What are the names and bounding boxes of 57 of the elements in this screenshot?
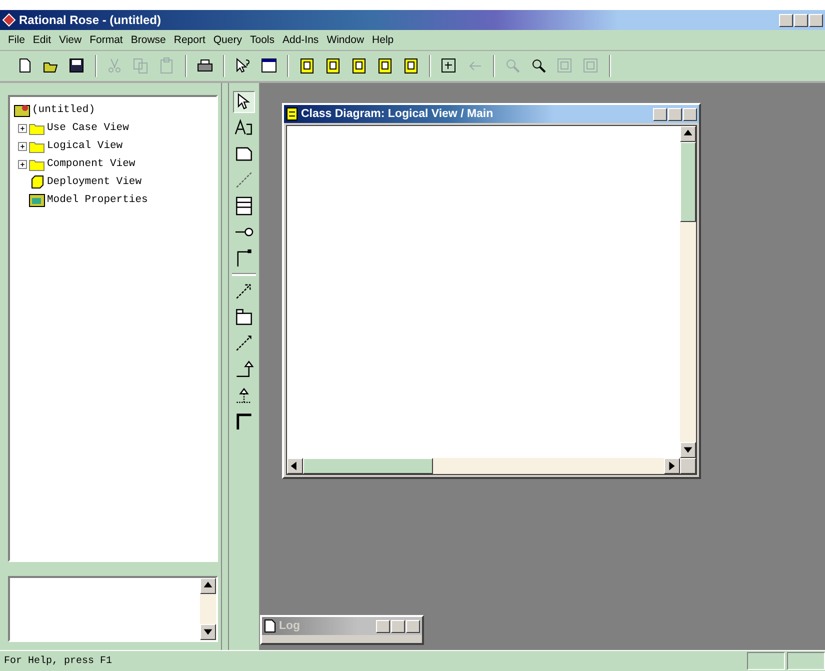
expand-icon[interactable] xyxy=(18,160,27,168)
app-logo-icon xyxy=(2,13,16,27)
menu-item[interactable]: Query xyxy=(209,34,246,46)
menu-item[interactable]: Report xyxy=(170,34,210,46)
tree-item[interactable]: Logical View xyxy=(47,140,123,152)
window-title: Rational Rose - (untitled) xyxy=(19,13,162,27)
menu-item[interactable]: Browse xyxy=(126,34,170,46)
tree-item[interactable]: (untitled) xyxy=(32,104,96,116)
model-icon xyxy=(14,103,30,117)
window-title: Class Diagram: Logical View / Main xyxy=(301,108,494,120)
scroll-down-button[interactable] xyxy=(680,442,696,458)
menu-item[interactable]: Edit xyxy=(28,34,56,46)
menu-item[interactable]: Window xyxy=(322,34,368,46)
close-button[interactable] xyxy=(683,108,697,120)
properties-icon xyxy=(29,194,45,206)
tree-item[interactable]: Use Case View xyxy=(47,122,129,134)
status-pane xyxy=(747,652,785,670)
status-pane xyxy=(787,652,825,670)
menu-item[interactable]: View xyxy=(55,34,86,46)
restore-button[interactable] xyxy=(794,14,808,26)
tree-item[interactable]: Model Properties xyxy=(47,194,148,206)
restore-button[interactable] xyxy=(376,620,390,632)
menu-item[interactable]: Add-Ins xyxy=(278,34,323,46)
scroll-thumb[interactable] xyxy=(303,458,433,474)
folder-icon xyxy=(29,140,45,152)
package-icon[interactable] xyxy=(233,306,255,328)
scroll-down-button[interactable] xyxy=(200,624,216,640)
folder-icon xyxy=(29,158,45,170)
folder-icon xyxy=(29,122,45,134)
minimize-button[interactable] xyxy=(779,14,793,26)
expand-icon[interactable] xyxy=(18,142,27,150)
menu-item[interactable]: File xyxy=(4,34,29,46)
pointer-icon[interactable] xyxy=(233,91,255,113)
scroll-up-button[interactable] xyxy=(680,126,696,142)
expand-icon[interactable] xyxy=(18,124,27,132)
scroll-right-button[interactable] xyxy=(664,458,680,474)
documentation-field[interactable] xyxy=(8,576,218,642)
scroll-thumb[interactable] xyxy=(680,142,696,222)
diagram-icon xyxy=(286,107,298,121)
resize-grip[interactable] xyxy=(680,458,696,474)
node-icon xyxy=(29,175,45,189)
class-icon[interactable] xyxy=(233,195,255,217)
minimize-button[interactable] xyxy=(653,108,667,120)
scroll-up-button[interactable] xyxy=(200,578,216,594)
document-icon xyxy=(264,619,276,633)
window-title: Log xyxy=(279,620,302,632)
close-button[interactable] xyxy=(406,620,420,632)
tree-item[interactable]: Component View xyxy=(47,158,136,170)
close-button[interactable] xyxy=(809,14,823,26)
maximize-button[interactable] xyxy=(668,108,682,120)
menu-item[interactable]: Tools xyxy=(246,34,278,46)
menu-item[interactable]: Format xyxy=(86,34,127,46)
maximize-button[interactable] xyxy=(391,620,405,632)
menu-item[interactable]: Help xyxy=(368,34,398,46)
tree-item[interactable]: Deployment View xyxy=(47,176,142,188)
scroll-left-button[interactable] xyxy=(287,458,303,474)
status-text: For Help, press F1 xyxy=(4,656,114,666)
